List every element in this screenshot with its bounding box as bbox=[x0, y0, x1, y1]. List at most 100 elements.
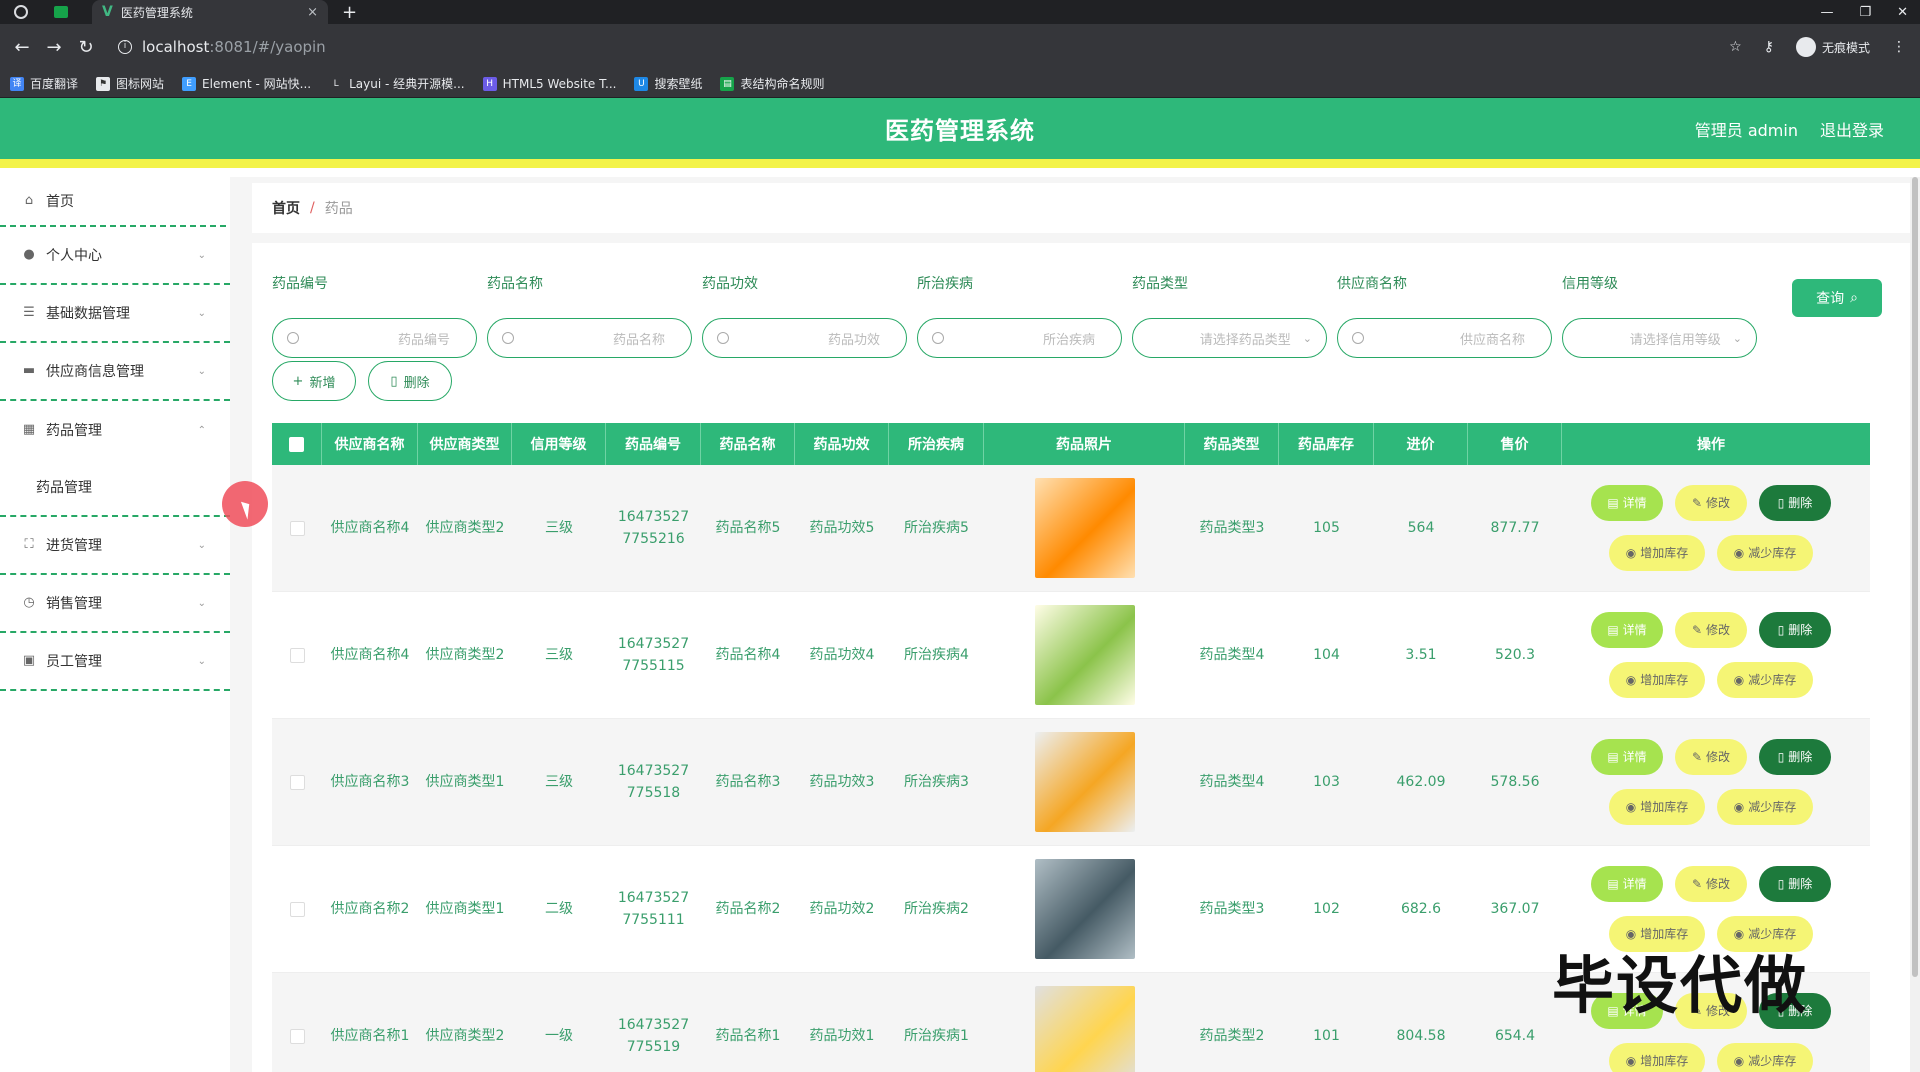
medicine-photo[interactable] bbox=[1034, 605, 1135, 705]
back-icon[interactable]: ← bbox=[12, 37, 32, 58]
sidebar-item-sales[interactable]: ◷ 销售管理 ⌄ bbox=[0, 575, 230, 633]
decrease-stock-button[interactable]: ◉ 减少库存 bbox=[1717, 789, 1813, 825]
bookmark-item[interactable]: E Element - 网站快... bbox=[182, 75, 311, 92]
page-scrollbar[interactable] bbox=[1910, 177, 1920, 1072]
incognito-label: 无痕模式 bbox=[1821, 40, 1870, 55]
sidebar-item-profile[interactable]: ● 个人中心 ⌄ bbox=[0, 227, 230, 285]
column-header[interactable]: 药品名称 bbox=[701, 423, 795, 465]
column-header[interactable]: 所治疾病 bbox=[889, 423, 984, 465]
medicine-code-input[interactable]: 药品编号 bbox=[272, 318, 477, 358]
cell-effect: 药品功效1 bbox=[809, 1028, 875, 1044]
url-field[interactable]: i localhost:8081/#/yaopin bbox=[118, 38, 326, 56]
sidebar-item-purchase[interactable]: ⛶ 进货管理 ⌄ bbox=[0, 517, 230, 575]
medicine-type-select[interactable]: 请选择药品类型 ⌄ bbox=[1132, 318, 1327, 358]
disease-input[interactable]: 所治疾病 bbox=[917, 318, 1122, 358]
select-all-checkbox[interactable] bbox=[289, 436, 304, 452]
increase-stock-button[interactable]: ◉ 增加库存 bbox=[1609, 789, 1705, 825]
increase-stock-button[interactable]: ◉ 增加库存 bbox=[1609, 1043, 1705, 1072]
delete-button[interactable]: ▯ 删除 bbox=[1759, 612, 1831, 648]
column-header[interactable]: 供应商类型 bbox=[418, 423, 512, 465]
column-header[interactable]: 药品功效 bbox=[795, 423, 889, 465]
breadcrumb-home[interactable]: 首页 bbox=[272, 198, 300, 218]
search-icon bbox=[932, 332, 944, 344]
edit-button[interactable]: ✎ 修改 bbox=[1675, 739, 1747, 775]
edit-button[interactable]: ✎ 修改 bbox=[1675, 612, 1747, 648]
column-header[interactable]: 药品编号 bbox=[606, 423, 701, 465]
medicine-effect-input[interactable]: 药品功效 bbox=[702, 318, 907, 358]
cell-effect: 药品功效3 bbox=[809, 774, 875, 790]
sidebar-item-base-data[interactable]: ☰ 基础数据管理 ⌄ bbox=[0, 285, 230, 343]
delete-button[interactable]: ▯ 删除 bbox=[1759, 739, 1831, 775]
row-checkbox[interactable] bbox=[289, 774, 305, 790]
row-checkbox[interactable] bbox=[289, 1028, 305, 1044]
cell-credit: 二级 bbox=[545, 901, 573, 917]
detail-button[interactable]: ▤ 详情 bbox=[1591, 866, 1663, 902]
supplier-name-input[interactable]: 供应商名称 bbox=[1337, 318, 1552, 358]
column-header[interactable]: 售价 bbox=[1468, 423, 1562, 465]
pinned-tab-icon[interactable] bbox=[54, 6, 68, 18]
photo-cell bbox=[984, 973, 1185, 1072]
column-header[interactable]: 进价 bbox=[1374, 423, 1468, 465]
add-button[interactable]: + 新增 bbox=[272, 361, 356, 401]
bookmark-item[interactable]: ⚑ 图标网站 bbox=[96, 75, 164, 92]
bookmark-item[interactable]: L Layui - 经典开源模... bbox=[329, 75, 465, 92]
decrease-stock-button[interactable]: ◉ 减少库存 bbox=[1717, 1043, 1813, 1072]
medicine-name-input[interactable]: 药品名称 bbox=[487, 318, 692, 358]
decrease-stock-button[interactable]: ◉ 减少库存 bbox=[1717, 662, 1813, 698]
column-header[interactable]: 药品库存 bbox=[1279, 423, 1374, 465]
query-button[interactable]: 查询 ⌕ bbox=[1792, 279, 1882, 317]
active-tab[interactable]: V 医药管理系统 × bbox=[92, 0, 328, 24]
table-row: 供应商名称3 供应商类型1 三级 16473527 775518 药品名称3 药品功效3 所… bbox=[272, 719, 1870, 846]
detail-button[interactable]: ▤ 详情 bbox=[1591, 739, 1663, 775]
batch-delete-button[interactable]: ▯ 删除 bbox=[368, 361, 452, 401]
column-header[interactable]: 药品类型 bbox=[1185, 423, 1279, 465]
delete-button[interactable]: ▯ 删除 bbox=[1759, 485, 1831, 521]
increase-stock-button[interactable]: ◉ 增加库存 bbox=[1609, 662, 1705, 698]
key-icon[interactable]: ⚷ bbox=[1764, 39, 1774, 55]
detail-button[interactable]: ▤ 详情 bbox=[1591, 612, 1663, 648]
select-all-cell bbox=[272, 423, 322, 465]
scrollbar-thumb[interactable] bbox=[1912, 177, 1918, 977]
bookmark-item[interactable]: U 搜索壁纸 bbox=[634, 75, 702, 92]
bookmark-item[interactable]: 译百度翻译 bbox=[10, 75, 78, 92]
edit-button[interactable]: ✎ 修改 bbox=[1675, 485, 1747, 521]
site-info-icon[interactable]: i bbox=[118, 40, 132, 54]
reload-icon[interactable]: ↻ bbox=[76, 37, 96, 58]
search-form: 药品编号 药品名称 药品功效 所治疾病 药品类型 供应商名称 信用等级 药品编号… bbox=[272, 263, 1892, 358]
browser-menu-icon[interactable]: ⋮ bbox=[1892, 39, 1906, 55]
tab-close-icon[interactable]: × bbox=[307, 5, 318, 20]
edit-button[interactable]: ✎ 修改 bbox=[1675, 866, 1747, 902]
incognito-indicator[interactable]: 无痕模式 bbox=[1795, 37, 1870, 57]
medicine-photo[interactable] bbox=[1034, 986, 1135, 1072]
column-header[interactable]: 药品照片 bbox=[984, 423, 1185, 465]
column-header[interactable]: 供应商名称 bbox=[322, 423, 418, 465]
logout-link[interactable]: 退出登录 bbox=[1820, 117, 1884, 141]
row-checkbox[interactable] bbox=[289, 520, 305, 536]
medicine-photo[interactable] bbox=[1034, 478, 1135, 578]
bookmark-item[interactable]: H HTML5 Website T... bbox=[482, 76, 616, 91]
row-select-cell bbox=[272, 465, 322, 591]
row-checkbox[interactable] bbox=[289, 647, 305, 663]
minimize-icon[interactable]: — bbox=[1820, 5, 1833, 20]
sidebar-item-medicine[interactable]: ▦ 药品管理 ⌃ bbox=[0, 401, 230, 459]
bookmark-item[interactable]: ▤ 表结构命名规则 bbox=[720, 75, 824, 92]
sidebar-item-staff[interactable]: ▣ 员工管理 ⌄ bbox=[0, 633, 230, 691]
credit-level-select[interactable]: 请选择信用等级 ⌄ bbox=[1562, 318, 1757, 358]
column-header[interactable]: 信用等级 bbox=[512, 423, 606, 465]
window-close-icon[interactable]: ✕ bbox=[1897, 5, 1908, 20]
increase-stock-button[interactable]: ◉ 增加库存 bbox=[1609, 535, 1705, 571]
bookmark-star-icon[interactable]: ☆ bbox=[1729, 39, 1742, 55]
medicine-photo[interactable] bbox=[1034, 732, 1135, 832]
sidebar-subitem-medicine-manage[interactable]: 药品管理 bbox=[0, 459, 230, 517]
decrease-stock-button[interactable]: ◉ 减少库存 bbox=[1717, 535, 1813, 571]
row-checkbox[interactable] bbox=[289, 901, 305, 917]
sidebar-item-home[interactable]: ⌂ 首页 bbox=[0, 177, 230, 225]
detail-button[interactable]: ▤ 详情 bbox=[1591, 485, 1663, 521]
sidebar-item-supplier[interactable]: ▬ 供应商信息管理 ⌄ bbox=[0, 343, 230, 401]
restore-icon[interactable]: ❐ bbox=[1859, 5, 1871, 20]
edit-icon: ✎ bbox=[1691, 750, 1703, 764]
new-tab-button[interactable]: + bbox=[342, 2, 357, 23]
medicine-photo[interactable] bbox=[1034, 859, 1135, 959]
forward-icon[interactable]: → bbox=[44, 37, 64, 58]
delete-button[interactable]: ▯ 删除 bbox=[1759, 866, 1831, 902]
